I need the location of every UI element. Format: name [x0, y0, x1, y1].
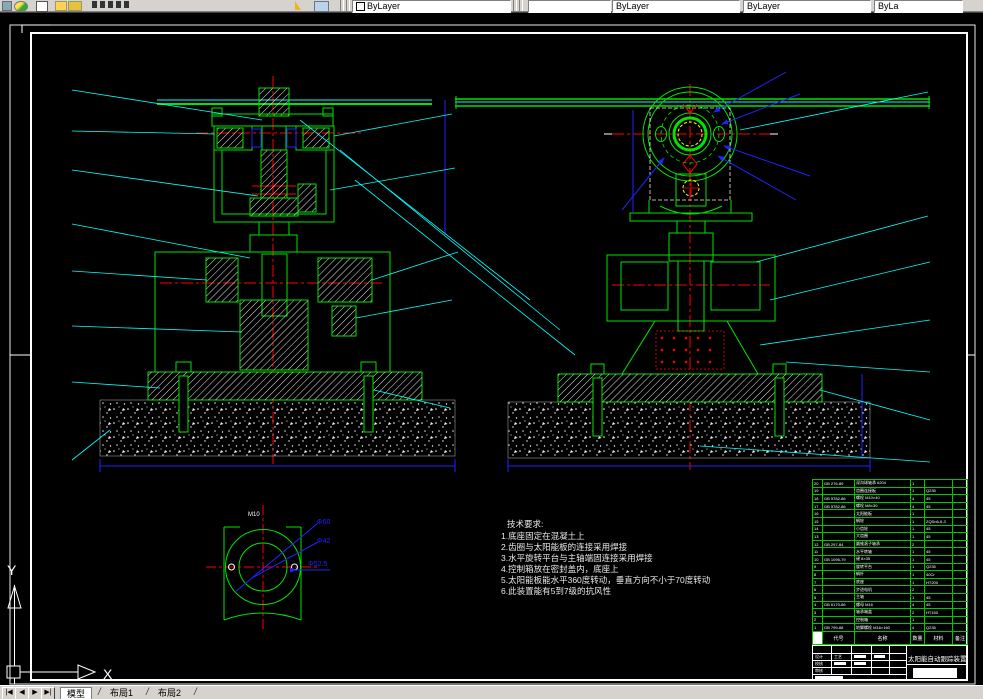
ucs-x-label: X [103, 666, 113, 682]
cad-window: { "toolbar": { "combos": { "layer": "ByL… [0, 0, 983, 699]
detail-dim-1: Φ60 [317, 519, 330, 526]
tab-previous-button[interactable]: ◀ [15, 687, 29, 699]
tech-item-3: 3.水平旋转平台与主轴端固连接采用焊接 [501, 553, 653, 563]
bom-row: 18 GB 5782-86 螺栓 M10×40 4 45 [812, 494, 968, 503]
bom-header-code: 代号 [822, 631, 855, 645]
tab-last-button[interactable]: ▶| [41, 687, 55, 699]
folder-icon[interactable] [55, 1, 67, 11]
lineweight-combo-value: ByLayer [747, 1, 781, 11]
title-field-2: 校核 [815, 661, 823, 666]
bom-row: 10 GB 1096-79 键 8×35 1 45 [812, 554, 968, 564]
bom-row: 5 主轴 1 45 [812, 592, 968, 602]
linetype-combo-value: ByLayer [616, 1, 650, 11]
tech-title: 技术要求: [507, 519, 543, 529]
plotstyle-combo-value: ByLa [878, 1, 899, 11]
bom-row: 16 太阳能板 1 [812, 509, 968, 518]
bom-row: 4 GB 6170-86 螺母 M16 4 45 [812, 600, 968, 610]
plotstyle-combo[interactable]: ByLa [874, 0, 963, 13]
globe-icon[interactable] [14, 1, 28, 12]
pointer-icon[interactable] [295, 1, 301, 10]
bom-row: 7 底座 1 HT200 [812, 577, 968, 587]
layout-tab-bar: |◀ ◀ ▶ ▶| 模型 / 布局1 / 布局2 / [0, 685, 983, 699]
bom-row: 12 GB 297-84 圆锥滚子轴承 2 [812, 539, 968, 549]
tech-item-1: 1.底座固定在混凝土上 [501, 531, 585, 541]
bom-row: 11 水平转轴 1 45 [812, 547, 968, 556]
drawing-title: 太阳能自动跟踪装置 [908, 656, 967, 663]
tab-model[interactable]: 模型 [60, 687, 93, 699]
bom-row: 14 小齿轮 1 45 [812, 524, 968, 534]
title-field-1: 设计 [815, 654, 823, 659]
bom-row: 19 齿圈连接板 1 Q235 [812, 486, 968, 496]
color-combo[interactable] [528, 0, 611, 13]
page-icon[interactable] [36, 1, 48, 12]
bom-row: 20 GB 276-89 深沟球轴承 6204 1 [812, 479, 968, 488]
front-view [71, 76, 576, 472]
tech-item-2: 2.齿圈与太阳能板的连接采用焊接 [501, 542, 628, 552]
lineweight-combo[interactable]: ByLayer [743, 0, 871, 13]
bom-row: 17 GB 5782-86 螺栓 M8×30 4 45 [812, 501, 968, 511]
tab-separator: / [98, 687, 101, 698]
ucs-icon: Y X [6, 562, 113, 684]
toolbar: ByLayer ByLayer ByLayer ByLa [0, 0, 983, 13]
bom-header-seq: 序号 [812, 631, 823, 645]
tech-requirements: 技术要求: 1.底座固定在混凝土上 2.齿圈与太阳能板的连接采用焊接 3.水平旋… [501, 519, 711, 596]
bom-header-note: 备注 [952, 631, 968, 645]
tech-item-4: 4.控制箱放在密封盖内，底座上 [501, 564, 619, 574]
side-view [455, 71, 931, 472]
layer-combo-value: ByLayer [367, 1, 401, 11]
cube-icon[interactable] [314, 1, 329, 12]
tab-layout2[interactable]: 布局2 [152, 687, 187, 699]
bom-header-qty: 数量 [910, 631, 925, 645]
properties-icon[interactable] [2, 1, 12, 11]
bom-row: 1 GB 799-88 地脚螺栓 M16×160 4 Q235 [812, 623, 968, 632]
bom-row: 8 蜗杆 1 40Cr [812, 570, 968, 579]
detail-dim-3: Φ52.5 [308, 561, 327, 568]
bom-body: 20 GB 276-89 深沟球轴承 6204 1 19 齿圈连接板 1 Q235 18 GB 5… [812, 479, 968, 632]
title-field-4: 工艺 [834, 654, 842, 659]
bom-table: 20 GB 276-89 深沟球轴承 6204 1 19 齿圈连接板 1 Q235 18 GB 5… [812, 479, 968, 645]
tech-item-5: 5.太阳能板能水平360度转动，垂直方向不小于70度转动 [501, 575, 711, 585]
tab-first-button[interactable]: |◀ [2, 687, 16, 699]
layer-combo[interactable]: ByLayer [352, 0, 511, 13]
detail-view: M10 Φ60 Φ42 Φ52.5 [206, 505, 330, 632]
bom-row: 3 轴承端盖 2 HT150 [812, 608, 968, 617]
title-block-filled-cell [913, 668, 957, 678]
bom-row: 2 控制箱 1 [812, 615, 968, 625]
detail-thread-label: M10 [248, 512, 260, 518]
bom-row: 15 蜗轮 1 ZQSn6-6-3 [812, 516, 968, 526]
tab-next-button[interactable]: ▶ [28, 687, 42, 699]
tab-separator: / [194, 687, 197, 698]
ucs-y-label: Y [7, 562, 17, 578]
title-block: 设计 校核 审核 工艺 太阳能自动跟踪装置 [812, 645, 968, 681]
title-field-3: 审核 [815, 668, 823, 673]
bom-header-mat: 材料 [924, 631, 953, 645]
detail-dim-2: Φ42 [317, 538, 330, 545]
linetype-combo[interactable]: ByLayer [612, 0, 740, 13]
bom-header-row: 序号 代号 名称 数量 材料 备注 [812, 631, 968, 645]
tab-layout1[interactable]: 布局1 [104, 687, 139, 699]
bom-header-name: 名称 [854, 631, 911, 645]
tech-item-6: 6.此装置能有5到7级的抗风性 [501, 586, 612, 596]
layer-color-swatch [356, 2, 365, 12]
bom-row: 13 大齿圈 1 45 [812, 532, 968, 541]
bom-row: 9 旋转平台 1 Q235 [812, 562, 968, 572]
flange-bolt-dots [660, 336, 712, 364]
tab-separator: / [146, 687, 149, 698]
toolbar-text-fragment [92, 1, 132, 8]
bom-row: 6 步进电机 2 [812, 585, 968, 594]
layers-icon[interactable] [68, 1, 82, 11]
